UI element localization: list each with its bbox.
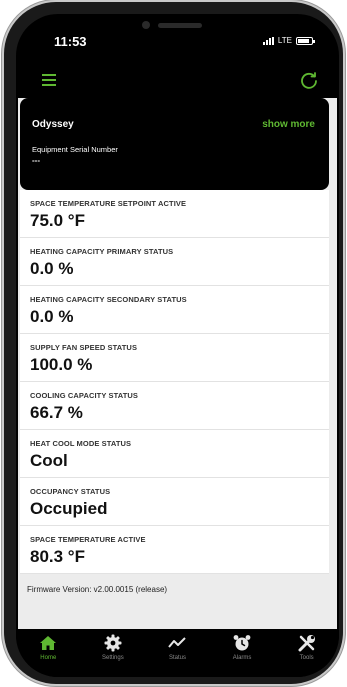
serial-number-value: --- (32, 156, 40, 165)
firmware-version: Firmware Version: v2.00.0015 (release) (27, 585, 168, 594)
field-value: 0.0 % (30, 307, 74, 326)
status-indicators: LTE (262, 36, 315, 45)
field-row: HEAT COOL MODE STATUS Cool (20, 430, 329, 478)
equipment-card: Odyssey show more Equipment Serial Numbe… (20, 98, 329, 190)
status-field-list: SPACE TEMPERATURE SETPOINT ACTIVE 75.0 °… (20, 190, 329, 574)
field-row: COOLING CAPACITY STATUS 66.7 % (20, 382, 329, 430)
field-label: OCCUPANCY STATUS (30, 487, 111, 496)
field-label: SPACE TEMPERATURE SETPOINT ACTIVE (30, 199, 187, 208)
tab-settings[interactable]: Settings (81, 631, 146, 677)
field-label: HEAT COOL MODE STATUS (30, 439, 132, 448)
trend-icon (168, 637, 187, 648)
signal-icon (262, 36, 274, 45)
field-row: SPACE TEMPERATURE SETPOINT ACTIVE 75.0 °… (20, 190, 329, 238)
camera-icon (142, 21, 150, 29)
menu-icon[interactable] (42, 74, 56, 86)
field-row: SPACE TEMPERATURE ACTIVE 80.3 °F (20, 526, 329, 574)
serial-number-label: Equipment Serial Number (32, 145, 118, 154)
field-value: 66.7 % (30, 403, 83, 422)
speaker-grille (158, 23, 202, 28)
field-value: 75.0 °F (30, 211, 85, 230)
field-value: Cool (30, 451, 68, 470)
tab-alarms[interactable]: Alarms (210, 631, 275, 677)
field-value: 0.0 % (30, 259, 74, 278)
notch (116, 14, 242, 44)
field-label: SUPPLY FAN SPEED STATUS (30, 343, 138, 352)
field-row: HEATING CAPACITY PRIMARY STATUS 0.0 % (20, 238, 329, 286)
tab-label: Alarms (232, 655, 252, 661)
main-content: Odyssey show more Equipment Serial Numbe… (18, 98, 337, 629)
tab-label: Status (168, 655, 186, 661)
field-row: OCCUPANCY STATUS Occupied (20, 478, 329, 526)
app-bar (16, 64, 339, 98)
tools-icon (298, 635, 315, 652)
phone-screen: 11:53 LTE Odyssey show more Equipment Se… (16, 14, 339, 677)
tab-home[interactable]: Home (16, 631, 81, 677)
field-value: 80.3 °F (30, 547, 85, 566)
field-row: HEATING CAPACITY SECONDARY STATUS 0.0 % (20, 286, 329, 334)
field-label: SPACE TEMPERATURE ACTIVE (30, 535, 146, 544)
tab-status[interactable]: Status (145, 631, 210, 677)
tab-bar: Home Settings Status Alarms Tools (16, 631, 339, 677)
tab-label: Home (40, 655, 57, 661)
alarm-clock-icon (233, 635, 251, 651)
field-label: HEATING CAPACITY PRIMARY STATUS (30, 247, 174, 256)
tab-label: Tools (299, 655, 314, 661)
status-time: 11:53 (54, 34, 87, 49)
field-label: COOLING CAPACITY STATUS (30, 391, 138, 400)
gear-icon (104, 634, 122, 652)
field-row: SUPPLY FAN SPEED STATUS 100.0 % (20, 334, 329, 382)
phone-frame: 11:53 LTE Odyssey show more Equipment Se… (4, 2, 343, 684)
home-icon (40, 636, 57, 650)
tab-tools[interactable]: Tools (274, 631, 339, 677)
show-more-link[interactable]: show more (262, 119, 315, 130)
field-value: 100.0 % (30, 355, 93, 374)
equipment-name: Odyssey (32, 119, 74, 130)
tab-label: Settings (102, 655, 124, 661)
battery-icon (296, 36, 315, 45)
field-value: Occupied (30, 499, 108, 518)
network-label: LTE (277, 36, 292, 45)
field-label: HEATING CAPACITY SECONDARY STATUS (30, 295, 187, 304)
refresh-icon[interactable] (299, 70, 319, 90)
